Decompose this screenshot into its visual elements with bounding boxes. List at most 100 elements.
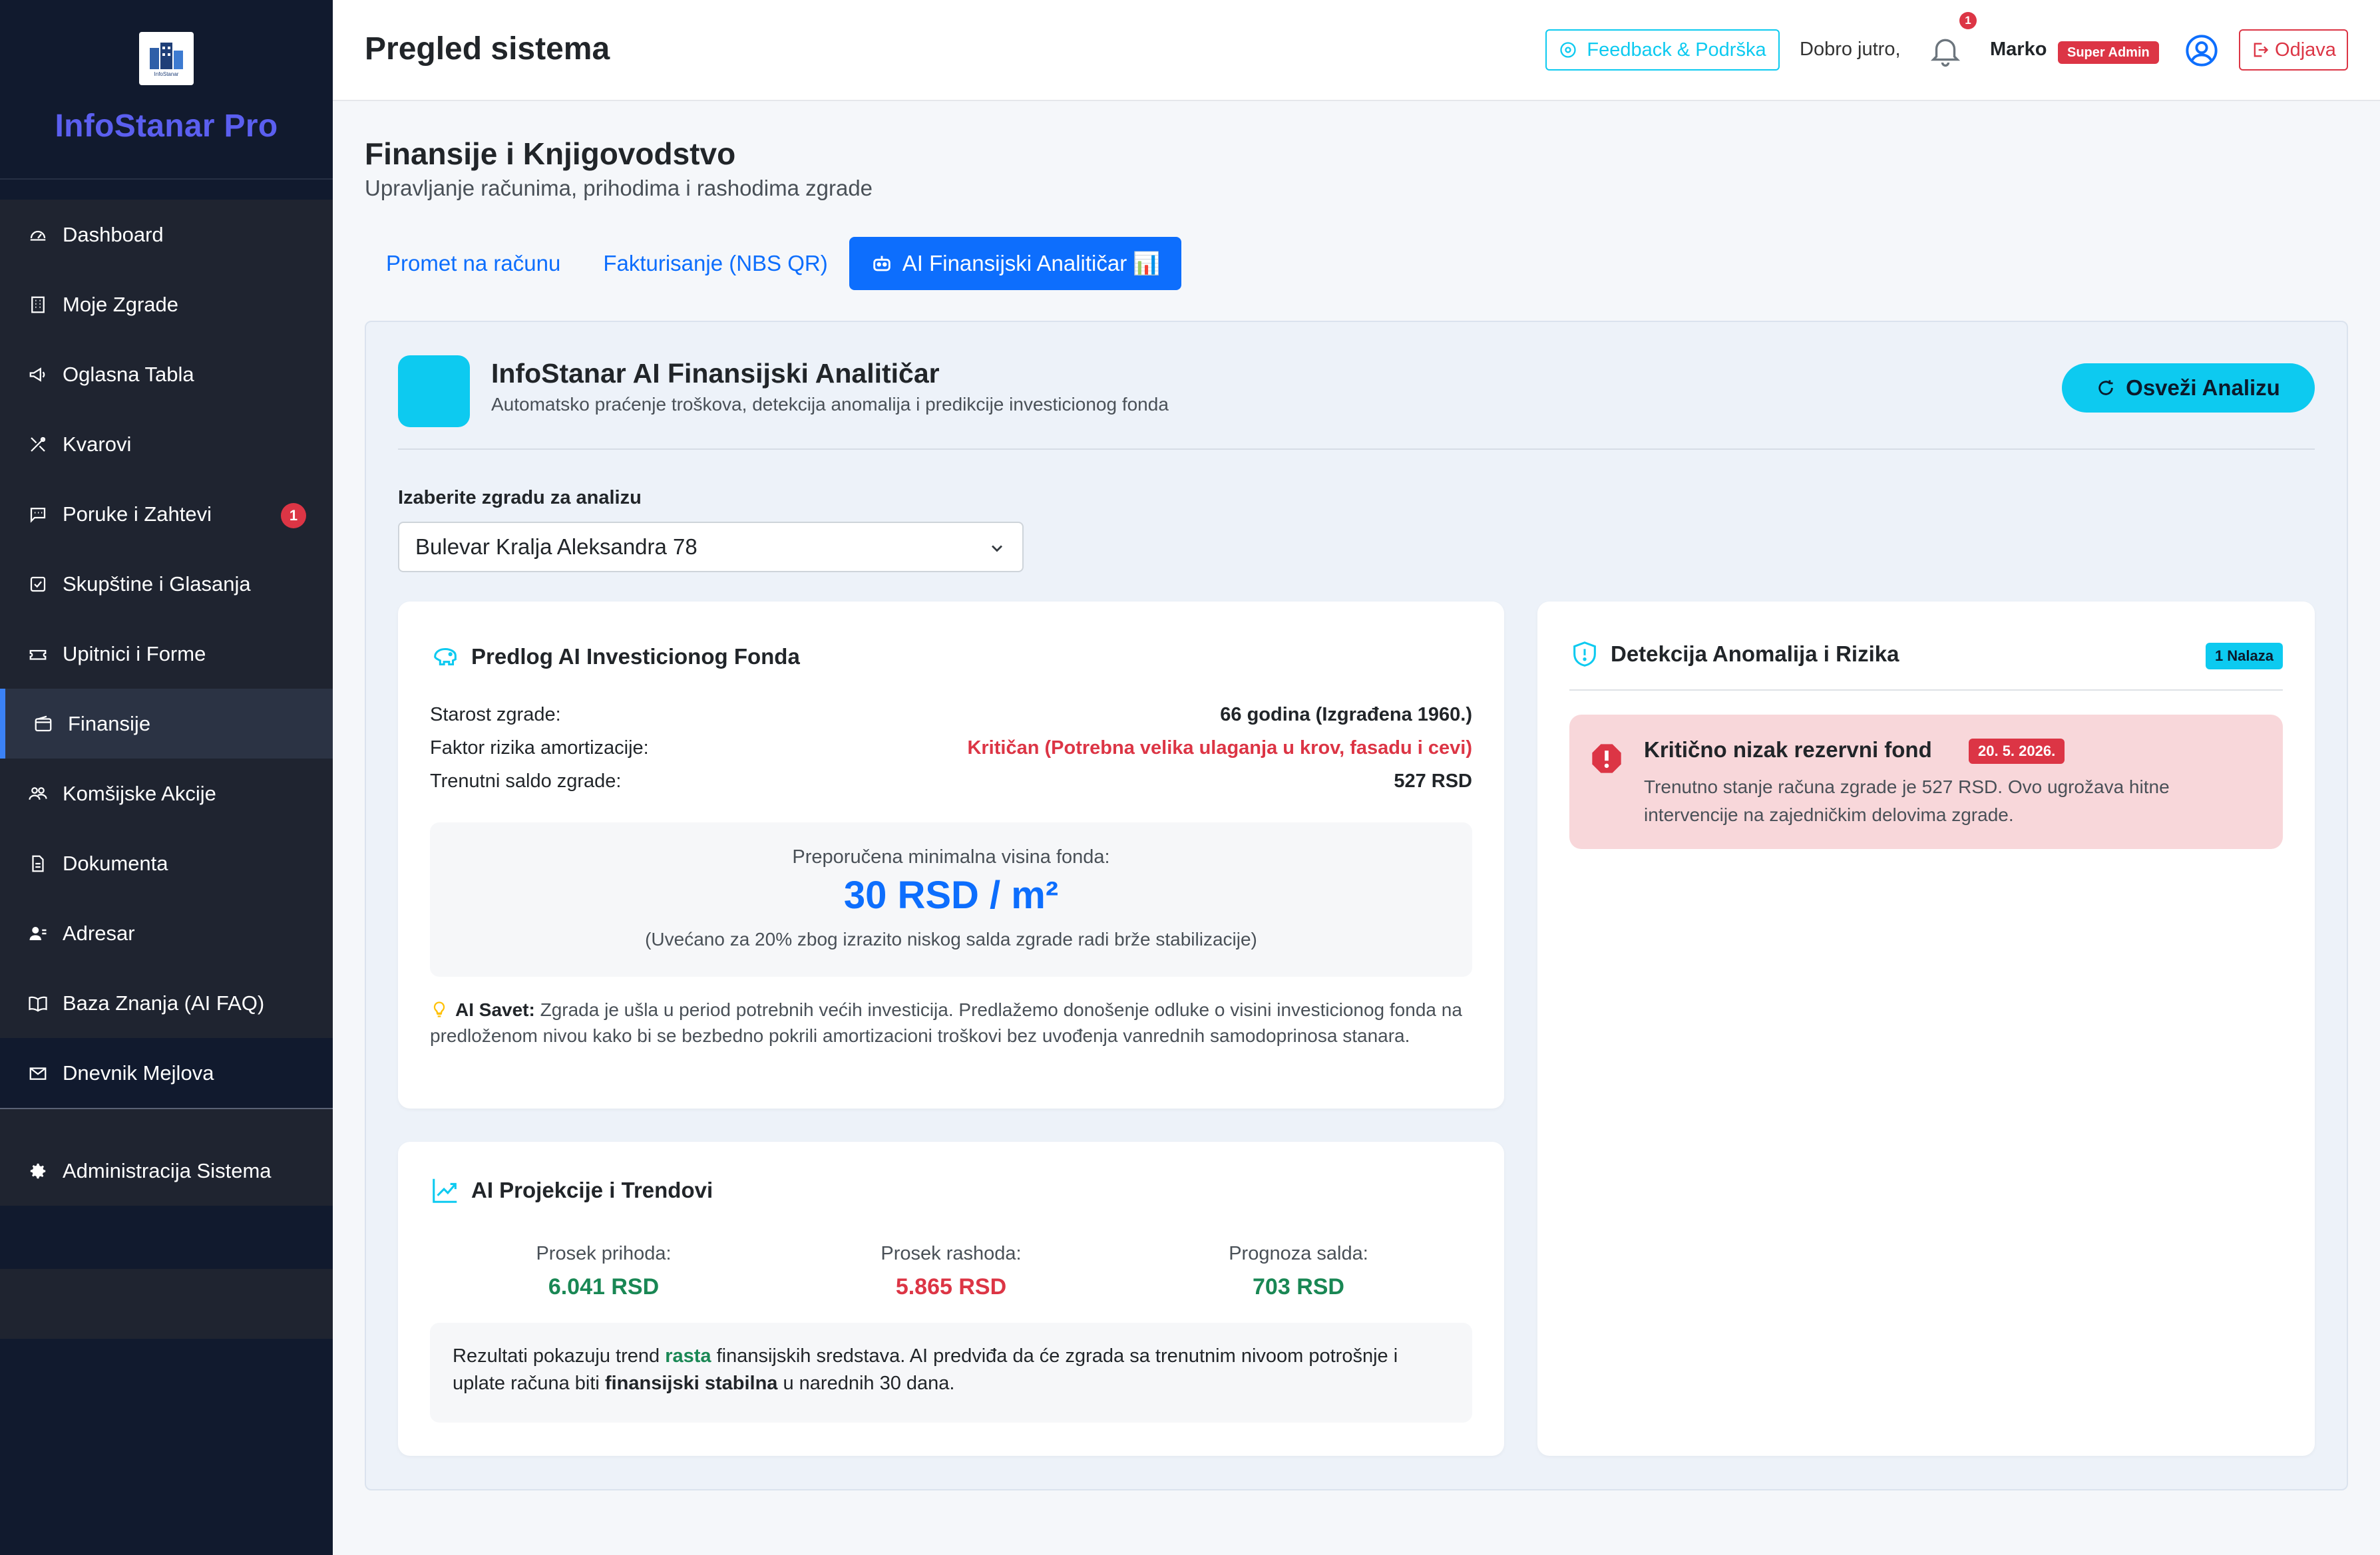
tools-icon (27, 433, 49, 456)
sidebar-item-label: Dnevnik Mejlova (63, 1061, 214, 1085)
sidebar-item-kvarovi[interactable]: Kvarovi (0, 409, 333, 479)
ai-subtitle: Automatsko praćenje troškova, detekcija … (491, 394, 1169, 415)
trend-direction: rasta (665, 1345, 711, 1367)
sidebar-item-komsijske-akcije[interactable]: Komšijske Akcije (0, 759, 333, 828)
page-title: Pregled sistema (365, 31, 610, 67)
info-row: Starost zgrade: 66 godina (Izgrađena 196… (430, 704, 1472, 726)
stat-income: Prosek prihoda: 6.041 RSD (430, 1243, 777, 1300)
chat-icon (27, 503, 49, 526)
sidebar-item-poruke[interactable]: Poruke i Zahtevi 1 (0, 479, 333, 549)
card-title-text: Detekcija Anomalija i Rizika (1611, 641, 1899, 666)
feedback-label: Feedback & Podrška (1587, 39, 1766, 61)
brand: InfoStanar InfoStanar Pro (0, 0, 333, 180)
dashboard-icon (27, 224, 49, 246)
sidebar-item-moje-zgrade[interactable]: Moje Zgrade (0, 269, 333, 339)
trend-status: finansijski stabilna (604, 1373, 778, 1394)
info-label: Starost zgrade: (430, 704, 561, 725)
selected-building: Bulevar Kralja Aleksandra 78 (415, 534, 697, 559)
piggy-bank-icon (434, 647, 457, 666)
sidebar-nav: Dashboard Moje Zgrade Oglasna Tabla Kvar… (0, 200, 333, 1339)
alert-text: Trenutno stanje računa zgrade je 527 RSD… (1644, 777, 2170, 825)
sidebar-item-finansije[interactable]: Finansije (0, 689, 333, 759)
refresh-label: Osveži Analizu (2126, 375, 2280, 400)
stat-expense: Prosek rashoda: 5.865 RSD (777, 1243, 1125, 1300)
refresh-analysis-button[interactable]: Osveži Analizu (2062, 363, 2315, 413)
alert-date-badge: 20. 5. 2026. (1969, 739, 2065, 764)
sidebar-item-label: Dokumenta (63, 851, 168, 875)
logout-label: Odjava (2275, 39, 2336, 61)
fund-note: (Uvećano za 20% zbog izrazito niskog sal… (645, 929, 1257, 950)
user-profile-icon[interactable] (2184, 33, 2219, 68)
sidebar-item-oglasna-tabla[interactable]: Oglasna Tabla (0, 339, 333, 409)
support-icon (1560, 42, 1577, 58)
building-select[interactable]: Bulevar Kralja Aleksandra 78 (398, 522, 1024, 572)
divider (1569, 689, 2283, 691)
stat-value: 6.041 RSD (548, 1274, 660, 1299)
shield-icon (1573, 641, 1596, 667)
stat-value: 703 RSD (1253, 1274, 1344, 1299)
tabs: Promet na računu Fakturisanje (NBS QR) A… (365, 237, 1182, 290)
building-icon (27, 293, 49, 316)
sidebar-item-label: Baza Znanja (AI FAQ) (63, 991, 265, 1015)
document-icon (27, 852, 49, 875)
sidebar-item-label: Kvarovi (63, 432, 132, 456)
trend-text-3: u narednih 30 dana. (777, 1373, 955, 1394)
tab-promet[interactable]: Promet na računu (365, 237, 582, 290)
notification-badge: 1 (1959, 12, 1977, 29)
logo-text: InfoStanar (154, 71, 179, 77)
ai-avatar (398, 355, 470, 427)
tab-label: AI Finansijski Analitičar 📊 (902, 250, 1161, 275)
sidebar-item-administracija[interactable]: Administracija Sistema (0, 1136, 333, 1206)
sidebar-item-adresar[interactable]: Adresar (0, 898, 333, 968)
trend-summary: Rezultati pokazuju trend rasta finansijs… (430, 1323, 1472, 1423)
sidebar-footer (0, 1269, 333, 1339)
card-title: AI Projekcije i Trendovi (430, 1175, 713, 1206)
unread-badge: 1 (281, 503, 306, 528)
recommended-fund-box: Preporučena minimalna visina fonda: 30 R… (430, 822, 1472, 977)
sidebar-item-dashboard[interactable]: Dashboard (0, 200, 333, 269)
sidebar-item-baza-znanja[interactable]: Baza Znanja (AI FAQ) (0, 968, 333, 1038)
anomaly-alert: Kritično nizak rezervni fond 20. 5. 2026… (1569, 715, 2283, 849)
info-label: Trenutni saldo zgrade: (430, 771, 622, 792)
fund-label: Preporučena minimalna visina fonda: (792, 846, 1110, 868)
sidebar-item-dokumenta[interactable]: Dokumenta (0, 828, 333, 898)
bell-icon[interactable] (1927, 32, 1963, 69)
logout-button[interactable]: Odjava (2239, 29, 2348, 71)
robot-icon (873, 256, 891, 271)
info-label: Faktor rizika amortizacije: (430, 737, 649, 759)
sidebar-item-skupstine[interactable]: Skupštine i Glasanja (0, 549, 333, 619)
graph-up-icon (433, 1178, 457, 1203)
tab-ai-analiticar[interactable]: AI Finansijski Analitičar 📊 (849, 237, 1182, 290)
stat-forecast: Prognoza salda: 703 RSD (1125, 1243, 1472, 1300)
username: Marko (1990, 39, 2047, 60)
logo[interactable]: InfoStanar (139, 32, 194, 85)
sidebar-item-upitnici[interactable]: Upitnici i Forme (0, 619, 333, 689)
gear-icon (27, 1160, 49, 1182)
role-badge: Super Admin (2058, 41, 2159, 64)
sidebar-item-label: Adresar (63, 921, 135, 945)
stat-label: Prosek rashoda: (881, 1243, 1022, 1264)
book-icon (27, 992, 49, 1015)
findings-count-badge: 1 Nalaza (2205, 643, 2283, 669)
card-title: Detekcija Anomalija i Rizika (1569, 639, 1899, 669)
contacts-icon (27, 922, 49, 945)
trend-text-1: Rezultati pokazuju trend (453, 1345, 666, 1367)
sidebar-item-dnevnik-mejlova[interactable]: Dnevnik Mejlova (0, 1038, 333, 1108)
feedback-button[interactable]: Feedback & Podrška (1545, 29, 1780, 71)
wallet-icon (32, 713, 55, 735)
building-select-label: Izaberite zgradu za analizu (398, 487, 642, 508)
card-title-text: Predlog AI Investicionog Fonda (471, 644, 800, 669)
sidebar-divider (0, 1108, 333, 1109)
megaphone-icon (27, 363, 49, 386)
alert-title: Kritično nizak rezervni fond (1644, 737, 1932, 762)
ai-analyst-panel: InfoStanar AI Finansijski Analitičar Aut… (365, 321, 2348, 1490)
stat-value: 5.865 RSD (895, 1274, 1007, 1299)
people-icon (27, 782, 49, 805)
info-row: Faktor rizika amortizacije: Kritičan (Po… (430, 737, 1472, 759)
stats-row: Prosek prihoda: 6.041 RSD Prosek rashoda… (430, 1243, 1472, 1300)
sidebar-spacer (0, 1206, 333, 1269)
sidebar-item-label: Skupštine i Glasanja (63, 572, 251, 596)
greeting: Dobro jutro, (1800, 39, 1901, 60)
investment-fund-card: Predlog AI Investicionog Fonda Starost z… (398, 602, 1504, 1109)
tab-fakturisanje[interactable]: Fakturisanje (NBS QR) (582, 237, 849, 290)
